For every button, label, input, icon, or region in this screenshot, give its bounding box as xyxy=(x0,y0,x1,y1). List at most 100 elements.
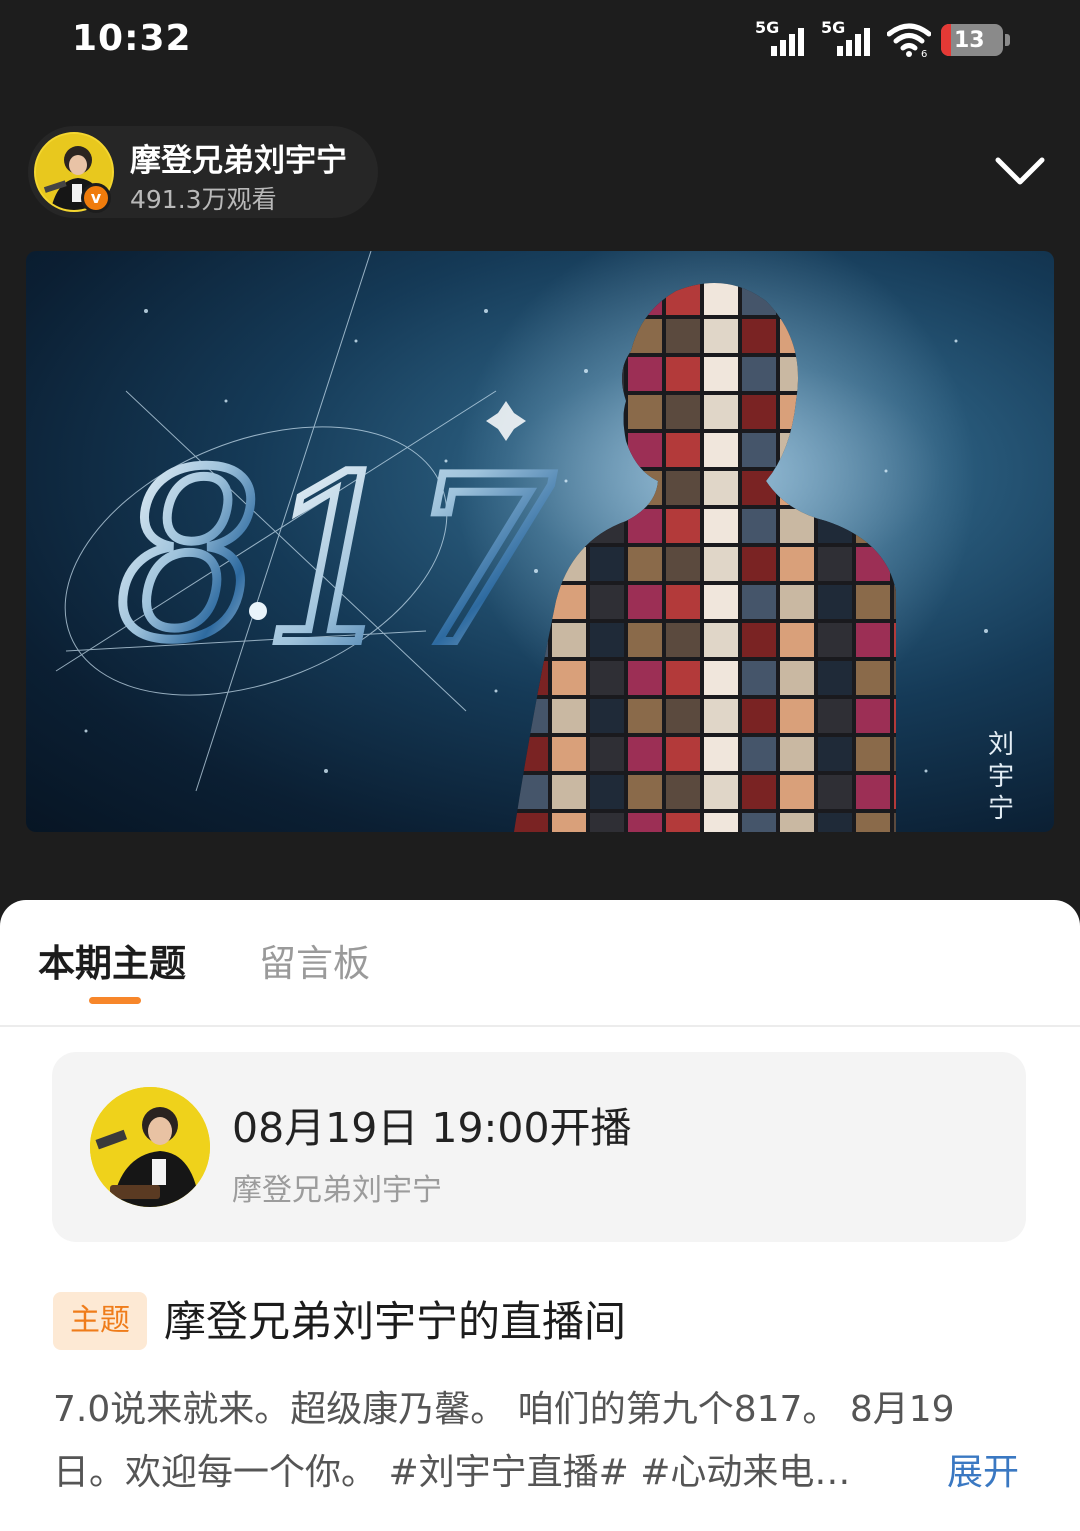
mosaic-photo-tile xyxy=(780,585,814,619)
tab-current-topic[interactable]: 本期主题 xyxy=(38,942,186,986)
poster-artwork: 8 17 xyxy=(55,251,988,832)
mosaic-photo-tile xyxy=(628,547,662,581)
mosaic-photo-tile xyxy=(552,737,586,771)
mosaic-photo-tile xyxy=(666,433,700,467)
mosaic-photo-tile xyxy=(590,585,624,619)
status-icons: 5G 5G 6 13 xyxy=(755,18,1010,60)
mosaic-photo-tile xyxy=(666,585,700,619)
mosaic-photo-tile xyxy=(704,433,738,467)
mosaic-photo-tile xyxy=(704,699,738,733)
mosaic-photo-tile xyxy=(628,357,662,391)
mosaic-photo-tile xyxy=(704,471,738,505)
topic-description-line2: 日。欢迎每一个你。 #刘宇宁直播# #心动来电… xyxy=(53,1452,851,1493)
mosaic-photo-tile xyxy=(666,319,700,353)
mosaic-photo-tile xyxy=(628,699,662,733)
mosaic-photo-tile xyxy=(704,813,738,832)
tab-divider xyxy=(0,1025,1080,1027)
mosaic-photo-tile xyxy=(666,509,700,543)
mosaic-photo-tile xyxy=(666,775,700,809)
topic-tag: 主题 xyxy=(53,1292,147,1350)
mosaic-photo-tile xyxy=(628,623,662,657)
mosaic-photo-tile xyxy=(818,547,852,581)
mosaic-photo-tile xyxy=(666,699,700,733)
mosaic-photo-tile xyxy=(742,623,776,657)
mosaic-photo-tile xyxy=(894,813,896,832)
tab-message-board[interactable]: 留言板 xyxy=(259,942,370,986)
schedule-host-avatar[interactable] xyxy=(90,1087,210,1207)
mosaic-photo-tile xyxy=(666,471,700,505)
svg-text:8: 8 xyxy=(116,424,262,691)
mosaic-photo-tile xyxy=(742,509,776,543)
mosaic-photo-tile xyxy=(818,775,852,809)
mosaic-photo-tile xyxy=(780,699,814,733)
mosaic-photo-tile xyxy=(666,395,700,429)
verified-badge-icon: v xyxy=(81,183,111,213)
mosaic-photo-tile xyxy=(590,547,624,581)
mosaic-photo-tile xyxy=(552,623,586,657)
mosaic-photo-tile xyxy=(856,585,890,619)
mosaic-photo-tile xyxy=(704,547,738,581)
topic-title: 摩登兄弟刘宇宁的直播间 xyxy=(164,1297,627,1346)
live-cover-poster[interactable]: 8 17 刘宇宁 xyxy=(26,251,1054,832)
mosaic-photo-tile xyxy=(628,395,662,429)
mosaic-photo-tile xyxy=(704,623,738,657)
mosaic-photo-tile xyxy=(704,283,738,315)
mosaic-photo-tile xyxy=(818,813,852,832)
mosaic-photo-tile xyxy=(704,737,738,771)
mosaic-photo-tile xyxy=(894,737,896,771)
mosaic-photo-tile xyxy=(628,737,662,771)
mosaic-photo-tile xyxy=(742,661,776,695)
mosaic-photo-tile xyxy=(704,585,738,619)
mosaic-photo-tile xyxy=(590,699,624,733)
signal-icon: 5G xyxy=(755,18,811,60)
mosaic-photo-tile xyxy=(780,813,814,832)
mosaic-photo-tile xyxy=(552,775,586,809)
chevron-down-icon[interactable] xyxy=(990,148,1050,194)
mosaic-photo-tile xyxy=(590,623,624,657)
mosaic-photo-tile xyxy=(742,813,776,832)
mosaic-photo-tile xyxy=(818,585,852,619)
mosaic-photo-tile xyxy=(856,813,890,832)
signal-icon-2: 5G xyxy=(821,18,877,60)
mosaic-photo-tile xyxy=(628,585,662,619)
mosaic-photo-tile xyxy=(818,661,852,695)
mosaic-photo-tile xyxy=(780,623,814,657)
svg-text:6: 6 xyxy=(921,49,927,58)
mosaic-photo-tile xyxy=(666,547,700,581)
mosaic-photo-tile xyxy=(552,813,586,832)
svg-text:17: 17 xyxy=(261,429,554,696)
mosaic-photo-tile xyxy=(894,661,896,695)
mosaic-photo-tile xyxy=(704,661,738,695)
mosaic-photo-tile xyxy=(514,699,548,733)
mosaic-photo-tile xyxy=(742,775,776,809)
mosaic-photo-tile xyxy=(742,699,776,733)
mosaic-photo-tile xyxy=(590,813,624,832)
mosaic-photo-tile xyxy=(894,699,896,733)
status-time: 10:32 xyxy=(72,18,192,59)
mosaic-photo-tile xyxy=(590,661,624,695)
host-name[interactable]: 摩登兄弟刘宇宁 xyxy=(130,135,347,180)
mosaic-photo-tile xyxy=(818,737,852,771)
mosaic-photo-tile xyxy=(894,775,896,809)
mosaic-photo-tile xyxy=(742,433,776,467)
mosaic-photo-tile xyxy=(856,661,890,695)
mosaic-photo-tile xyxy=(628,775,662,809)
mosaic-photo-tile xyxy=(704,775,738,809)
poster-artist-name: 刘宇宁 xyxy=(987,730,1014,824)
mosaic-photo-tile xyxy=(552,661,586,695)
mosaic-photo-tile xyxy=(704,509,738,543)
schedule-time: 08月19日 19:00开播 xyxy=(232,1104,632,1152)
mosaic-photo-tile xyxy=(590,737,624,771)
mosaic-photo-tile xyxy=(704,319,738,353)
mosaic-photo-tile xyxy=(704,357,738,391)
mosaic-photo-tile xyxy=(780,737,814,771)
mosaic-photo-tile xyxy=(818,699,852,733)
expand-button[interactable]: 展开 xyxy=(947,1450,1019,1496)
mosaic-photo-tile xyxy=(742,585,776,619)
mosaic-photo-tile xyxy=(742,395,776,429)
mosaic-photo-tile xyxy=(856,737,890,771)
mosaic-photo-tile xyxy=(742,737,776,771)
battery-tip xyxy=(1005,34,1010,46)
mosaic-photo-tile xyxy=(666,737,700,771)
active-tab-indicator xyxy=(89,997,141,1004)
